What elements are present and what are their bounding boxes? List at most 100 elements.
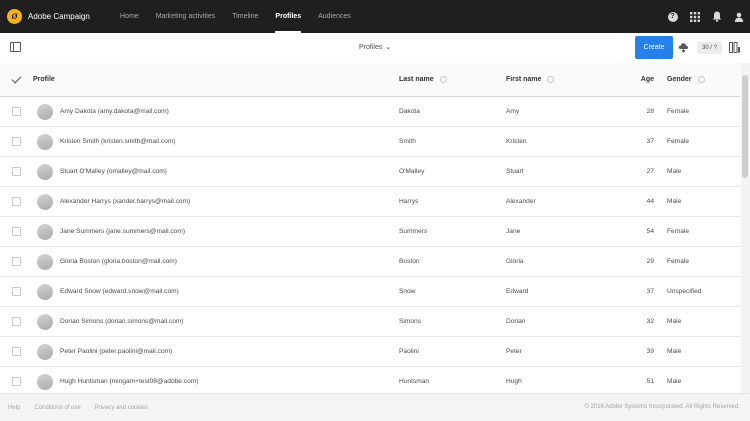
table-row[interactable]: Stuart O'Malley (omalley@mail.com) O'Mal… — [0, 157, 740, 187]
table-row[interactable]: Jane Summers (jane.summers@mail.com) Sum… — [0, 217, 740, 247]
view-title-label: Profiles — [359, 43, 383, 51]
profile-cell[interactable]: Jane Summers (jane.summers@mail.com) — [60, 228, 185, 235]
column-header-first-name[interactable]: First name — [506, 76, 618, 83]
row-checkbox[interactable] — [12, 107, 21, 116]
column-header-label: Profile — [33, 76, 55, 83]
avatar — [37, 133, 53, 150]
footer-link-conditions-of-use[interactable]: Conditions of use — [34, 405, 80, 411]
help-icon[interactable]: ? — [667, 11, 678, 22]
age-cell: 39 — [646, 348, 654, 355]
column-header-profile[interactable]: Profile — [33, 76, 399, 83]
row-checkbox[interactable] — [12, 347, 21, 356]
first-name-cell: Stuart — [506, 168, 524, 175]
gender-cell: Female — [667, 228, 689, 235]
table-row[interactable]: Amy Dakota (amy.dakota@mail.com) Dakota … — [0, 97, 740, 127]
avatar — [37, 223, 53, 240]
select-all-checkbox[interactable] — [0, 73, 33, 84]
nav-tab-home[interactable]: Home — [120, 0, 139, 33]
column-header-last-name[interactable]: Last name — [399, 76, 506, 83]
row-checkbox[interactable] — [12, 317, 21, 326]
create-button[interactable]: Create — [635, 36, 673, 59]
first-name-cell: Kristen — [506, 138, 527, 145]
avatar — [37, 343, 53, 360]
row-checkbox[interactable] — [12, 257, 21, 266]
gender-cell: Female — [667, 138, 689, 145]
table-row[interactable]: Alexander Harrys (xander.harrys@mail.com… — [0, 187, 740, 217]
column-header-gender[interactable]: Gender — [654, 76, 740, 83]
profile-cell[interactable]: Kristen Smith (kristen.smith@mail.com) — [60, 138, 176, 145]
gender-cell: Female — [667, 108, 689, 115]
profile-cell[interactable]: Alexander Harrys (xander.harrys@mail.com… — [60, 198, 190, 205]
gender-cell: Male — [667, 378, 682, 385]
table-row[interactable]: Peter Paolini (peter.paolini@mail.com) P… — [0, 337, 740, 367]
copyright-text: © 2016 Adobe Systems Incorporated. All R… — [584, 404, 740, 410]
table-row[interactable]: Dorian Simons (dorian.simons@mail.com) S… — [0, 307, 740, 337]
avatar — [37, 373, 53, 390]
age-cell: 28 — [646, 108, 654, 115]
age-cell: 51 — [646, 378, 654, 385]
avatar — [37, 193, 53, 210]
first-name-cell: Alexander — [506, 198, 536, 205]
profile-cell[interactable]: Edward Snow (edward.snow@mail.com) — [60, 288, 179, 295]
adobe-campaign-logo-icon[interactable]: Ø — [7, 9, 22, 24]
sort-icon[interactable] — [697, 76, 705, 83]
column-header-age[interactable]: Age — [618, 76, 654, 83]
row-checkbox[interactable] — [12, 287, 21, 296]
footer-link-privacy-and-cookies[interactable]: Privacy and cookies — [95, 405, 148, 411]
notification-bell-icon[interactable] — [711, 11, 722, 22]
first-name-cell: Dorian — [506, 318, 526, 325]
sidebar-toggle-icon[interactable] — [10, 42, 21, 52]
column-header-label: Age — [640, 76, 654, 83]
table-row[interactable]: Kristen Smith (kristen.smith@mail.com) S… — [0, 127, 740, 157]
profile-cell[interactable]: Amy Dakota (amy.dakota@mail.com) — [60, 108, 169, 115]
nav-tab-audiences[interactable]: Audiences — [318, 0, 351, 33]
age-cell: 44 — [646, 198, 654, 205]
last-name-cell: Paolini — [399, 348, 419, 355]
table-row[interactable]: Gloria Boston (gloria.boston@mail.com) B… — [0, 247, 740, 277]
first-name-cell: Edward — [506, 288, 529, 295]
row-checkbox[interactable] — [12, 377, 21, 386]
row-checkbox[interactable] — [12, 137, 21, 146]
profile-cell[interactable]: Gloria Boston (gloria.boston@mail.com) — [60, 258, 177, 265]
footer-link-help[interactable]: Help — [8, 405, 20, 411]
record-count-badge: 30 / ? — [697, 42, 723, 54]
age-cell: 54 — [646, 228, 654, 235]
first-name-cell: Gloria — [506, 258, 524, 265]
row-checkbox[interactable] — [12, 197, 21, 206]
first-name-cell: Jane — [506, 228, 521, 235]
column-settings-icon[interactable] — [729, 42, 740, 53]
vertical-scrollbar[interactable] — [741, 63, 750, 393]
profile-cell[interactable]: Dorian Simons (dorian.simons@mail.com) — [60, 318, 184, 325]
page-footer: Help Conditions of use Privacy and cooki… — [0, 393, 750, 421]
profile-cell[interactable]: Peter Paolini (peter.paolini@mail.com) — [60, 348, 172, 355]
first-name-cell: Peter — [506, 348, 522, 355]
avatar — [37, 283, 53, 300]
nav-tab-marketing-activities[interactable]: Marketing activities — [156, 0, 216, 33]
profile-cell[interactable]: Stuart O'Malley (omalley@mail.com) — [60, 168, 167, 175]
user-profile-icon[interactable] — [733, 11, 744, 22]
nav-tab-profiles[interactable]: Profiles — [275, 0, 301, 33]
list-toolbar: Profiles ⌄ Create 30 / ? — [0, 33, 750, 63]
checkmark-icon — [11, 73, 22, 84]
age-cell: 37 — [646, 138, 654, 145]
sort-icon[interactable] — [439, 76, 447, 83]
sort-icon[interactable] — [547, 76, 555, 83]
column-header-label: Last name — [399, 76, 434, 83]
scrollbar-thumb[interactable] — [742, 75, 748, 178]
cloud-download-icon[interactable] — [678, 42, 689, 53]
app-grid-icon[interactable] — [689, 11, 700, 22]
profile-cell[interactable]: Hugh Huntsman (mingam+test08@adobe.com) — [60, 378, 198, 385]
nav-tab-timeline[interactable]: Timeline — [232, 0, 258, 33]
age-cell: 32 — [646, 318, 654, 325]
gender-cell: Unspecified — [667, 288, 702, 295]
help-glyph: ? — [667, 11, 678, 22]
last-name-cell: Summers — [399, 228, 428, 235]
view-selector[interactable]: Profiles ⌄ — [359, 43, 391, 52]
gender-cell: Male — [667, 168, 682, 175]
table-row[interactable]: Edward Snow (edward.snow@mail.com) Snow … — [0, 277, 740, 307]
row-checkbox[interactable] — [12, 167, 21, 176]
last-name-cell: Snow — [399, 288, 416, 295]
row-checkbox[interactable] — [12, 227, 21, 236]
column-header-label: Gender — [667, 76, 692, 83]
avatar — [37, 253, 53, 270]
